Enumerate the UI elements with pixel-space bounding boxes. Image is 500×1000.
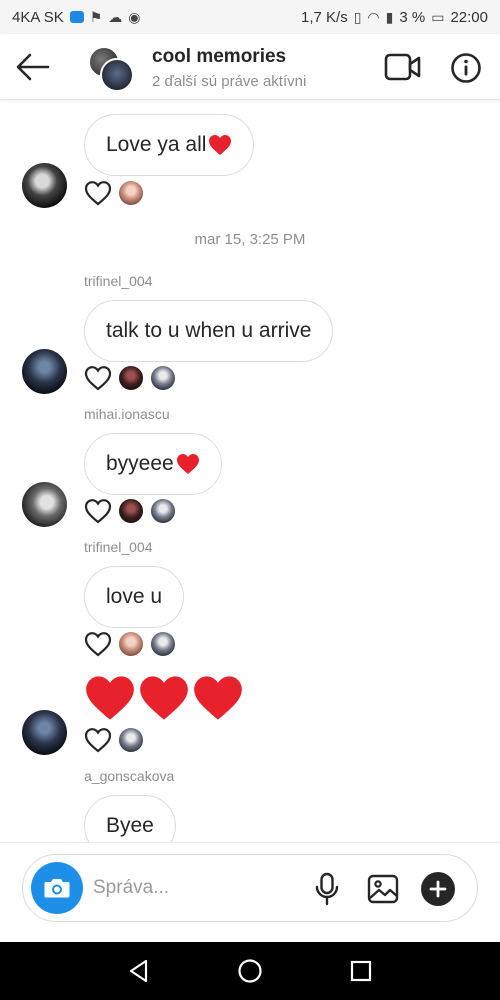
red-heart-emoji-icon <box>140 676 188 720</box>
camera-icon <box>44 879 70 898</box>
like-heart-icon[interactable] <box>84 631 112 657</box>
flag-icon: ⚑ <box>89 8 103 25</box>
sender-avatar[interactable] <box>22 163 67 208</box>
timestamp: mar 15, 3:25 PM <box>194 231 306 248</box>
cloud-icon: ☁ <box>108 8 123 25</box>
camera-button[interactable] <box>31 862 83 914</box>
chat-header: cool memories 2 ďalší sú práve aktívni <box>0 34 500 100</box>
message-text: talk to u when u arrive <box>106 319 312 342</box>
seen-by-avatar <box>150 631 176 657</box>
message-text: byyeee <box>106 452 174 475</box>
sender-avatar[interactable] <box>22 482 67 527</box>
chat-title[interactable]: cool memories <box>152 46 286 68</box>
reaction-row <box>84 629 176 659</box>
triangle-back-icon <box>129 959 148 983</box>
network-speed: 1,7 K/s <box>301 8 348 26</box>
red-heart-emoji-icon <box>176 454 199 474</box>
sender-name[interactable]: a_gonscakova <box>84 768 174 784</box>
wifi-icon: ◠ <box>367 8 380 25</box>
vibrate-icon: ▯ <box>353 8 362 25</box>
gallery-button[interactable] <box>367 874 399 904</box>
back-button[interactable] <box>14 50 52 84</box>
like-heart-icon[interactable] <box>84 180 112 206</box>
red-heart-emoji-icon <box>194 676 242 720</box>
nav-back-button[interactable] <box>126 958 152 984</box>
back-arrow-icon <box>16 53 50 81</box>
nav-home-button[interactable] <box>237 958 263 984</box>
voice-message-button[interactable] <box>313 872 341 906</box>
message-composer <box>22 854 478 922</box>
seen-by-avatar <box>150 365 176 391</box>
sender-avatar[interactable] <box>22 349 67 394</box>
message-bubble[interactable]: talk to u when u arrive <box>84 300 334 362</box>
square-recents-icon <box>350 960 372 982</box>
nav-recents-button[interactable] <box>348 958 374 984</box>
seen-by-avatar <box>118 365 144 391</box>
like-heart-icon[interactable] <box>84 498 112 524</box>
carrier-label: 4KA SK <box>12 8 64 26</box>
circle-home-icon <box>238 959 262 983</box>
plus-icon <box>429 880 447 898</box>
message-bubble[interactable]: byyeee <box>84 433 222 495</box>
like-heart-icon[interactable] <box>84 365 112 391</box>
message-text: Byee <box>106 814 154 837</box>
info-icon <box>451 53 481 83</box>
chrome-icon: ◉ <box>128 8 141 25</box>
message-text: Love ya all <box>106 133 207 156</box>
red-heart-emoji-icon <box>86 676 134 720</box>
seen-by-avatar <box>118 631 144 657</box>
message-bubble[interactable]: Love ya all <box>84 114 255 176</box>
group-avatar[interactable] <box>88 46 136 92</box>
message-bubble[interactable]: Byee <box>84 795 176 842</box>
info-button[interactable] <box>450 52 482 84</box>
battery-icon: ▭ <box>431 8 445 25</box>
video-call-button[interactable] <box>384 52 422 82</box>
seen-by-avatar <box>118 498 144 524</box>
reaction-row <box>84 363 176 393</box>
reaction-row <box>84 725 144 755</box>
message-bubble[interactable]: love u <box>84 566 185 628</box>
app-notification-icon <box>69 11 84 23</box>
status-bar-left: 4KA SK ⚑ ☁ ◉ <box>12 9 140 26</box>
reaction-row <box>84 178 144 208</box>
sender-avatar[interactable] <box>22 710 67 755</box>
seen-by-avatar <box>150 498 176 524</box>
sender-name[interactable]: trifinel_004 <box>84 273 153 289</box>
like-heart-icon[interactable] <box>84 727 112 753</box>
image-gallery-icon <box>367 874 399 904</box>
group-avatar-2 <box>100 58 134 92</box>
microphone-icon <box>315 872 339 906</box>
seen-by-avatar <box>118 180 144 206</box>
clock: 22:00 <box>450 8 488 26</box>
signal-icon: ▮ <box>385 8 394 25</box>
sender-name[interactable]: trifinel_004 <box>84 539 153 555</box>
heart-emoji-message[interactable] <box>84 674 244 722</box>
battery-percent: 3 % <box>399 8 426 26</box>
more-options-button[interactable] <box>421 872 455 906</box>
active-status: 2 ďalší sú práve aktívni <box>152 73 307 90</box>
system-nav-bar <box>0 942 500 1000</box>
video-camera-icon <box>384 53 421 81</box>
status-bar: 4KA SK ⚑ ☁ ◉ 1,7 K/s ▯ ◠ ▮ 3 % ▭ 22:00 <box>0 0 500 34</box>
red-heart-emoji-icon <box>209 135 232 155</box>
composer-bar <box>0 842 500 942</box>
message-input[interactable] <box>93 869 293 907</box>
sender-name[interactable]: mihai.ionascu <box>84 406 170 422</box>
status-bar-right: 1,7 K/s ▯ ◠ ▮ 3 % ▭ 22:00 <box>301 9 488 26</box>
seen-by-avatar <box>118 727 144 753</box>
reaction-row <box>84 496 176 526</box>
message-list[interactable]: Love ya all mar 15, 3:25 PM trifinel_004… <box>0 100 500 842</box>
message-text: love u <box>106 585 163 608</box>
